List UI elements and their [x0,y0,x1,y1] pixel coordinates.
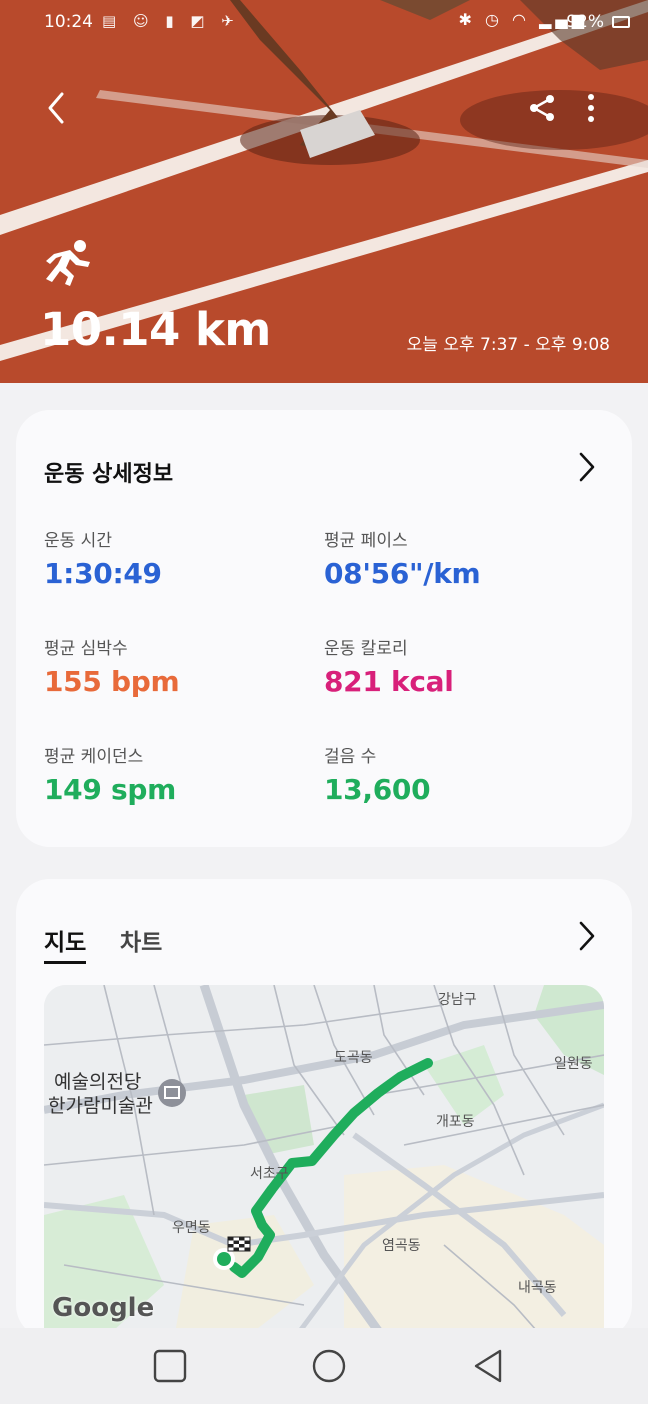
status-bar: 10:24 ▤ ☺ ▮ ◩ ✈ ✱ ◷ ◠ ▂▄▆ 92% [0,8,648,38]
metric-duration: 운동 시간 1:30:49 [44,526,324,590]
chevron-right-icon[interactable] [576,919,598,953]
recent-apps-icon[interactable] [152,1348,188,1384]
metric-label: 걸음 수 [324,747,377,767]
back-nav-icon[interactable] [470,1348,506,1384]
map-label-naegok: 내곡동 [518,1280,557,1296]
metric-avg-heart-rate: 평균 심박수 155 bpm [44,634,324,698]
back-icon[interactable] [40,88,80,128]
map-label-gangnam: 강남구 [438,992,477,1008]
home-icon[interactable] [311,1348,347,1384]
map-label-yeomgok: 염곡동 [382,1238,421,1254]
more-options-icon[interactable] [578,92,604,124]
metric-calories: 운동 칼로리 821 kcal [324,634,604,698]
map-label-seocho: 서초구 [250,1166,289,1182]
metric-label: 평균 페이스 [324,531,408,551]
running-icon [46,240,90,286]
notification-icons: ▤ ☺ ▮ ◩ ✈ [102,12,240,30]
chevron-right-icon[interactable] [576,450,598,484]
metric-value: 1:30:49 [44,557,162,590]
google-logo: Google [52,1293,155,1323]
share-icon[interactable] [526,92,558,124]
metric-steps: 걸음 수 13,600 [324,742,604,806]
metric-value: 155 bpm [44,665,180,698]
tab-chart[interactable]: 차트 [120,923,162,957]
map-label-museum: 한가람미술관 [48,1095,153,1117]
metric-label: 운동 시간 [44,531,112,551]
details-title: 운동 상세정보 [44,462,174,487]
metric-avg-pace: 평균 페이스 08'56"/km [324,526,604,590]
metric-label: 평균 심박수 [44,639,128,659]
workout-time-range: 오늘 오후 7:37 - 오후 9:08 [406,335,610,355]
metric-value: 821 kcal [324,665,454,698]
map-label-ilwon: 일원동 [554,1056,593,1072]
map-label-dogok: 도곡동 [334,1050,373,1066]
metric-value: 13,600 [324,773,431,806]
hero-header: 10:24 ▤ ☺ ▮ ◩ ✈ ✱ ◷ ◠ ▂▄▆ 92% 10.14 km 오… [0,0,648,383]
status-time: 10:24 [44,12,93,32]
finish-flag-icon [227,1236,251,1252]
metric-label: 평균 케이던스 [44,747,144,767]
workout-distance: 10.14 km [40,303,271,356]
battery-icon [612,16,630,28]
map-label-arts-center: 예술의전당 [54,1071,142,1093]
metric-value: 149 spm [44,773,176,806]
metric-avg-cadence: 평균 케이던스 149 spm [44,742,324,806]
metric-label: 운동 칼로리 [324,639,408,659]
map-chart-card: 지도 차트 강남구 도곡동 일원동 개포동 서초구 우면동 염곡동 내곡동 예술… [16,879,632,1339]
system-navigation-bar [0,1328,648,1404]
battery-percent: 92% [566,12,604,32]
map-label-umyeon: 우면동 [172,1220,211,1236]
route-map[interactable]: 강남구 도곡동 일원동 개포동 서초구 우면동 염곡동 내곡동 예술의전당 한가… [44,985,604,1339]
metric-value: 08'56"/km [324,557,481,590]
map-label-gaepo: 개포동 [436,1114,475,1130]
workout-details-card[interactable]: 운동 상세정보 운동 시간 1:30:49 평균 페이스 08'56"/km 평… [16,410,632,847]
tab-map[interactable]: 지도 [44,923,87,964]
